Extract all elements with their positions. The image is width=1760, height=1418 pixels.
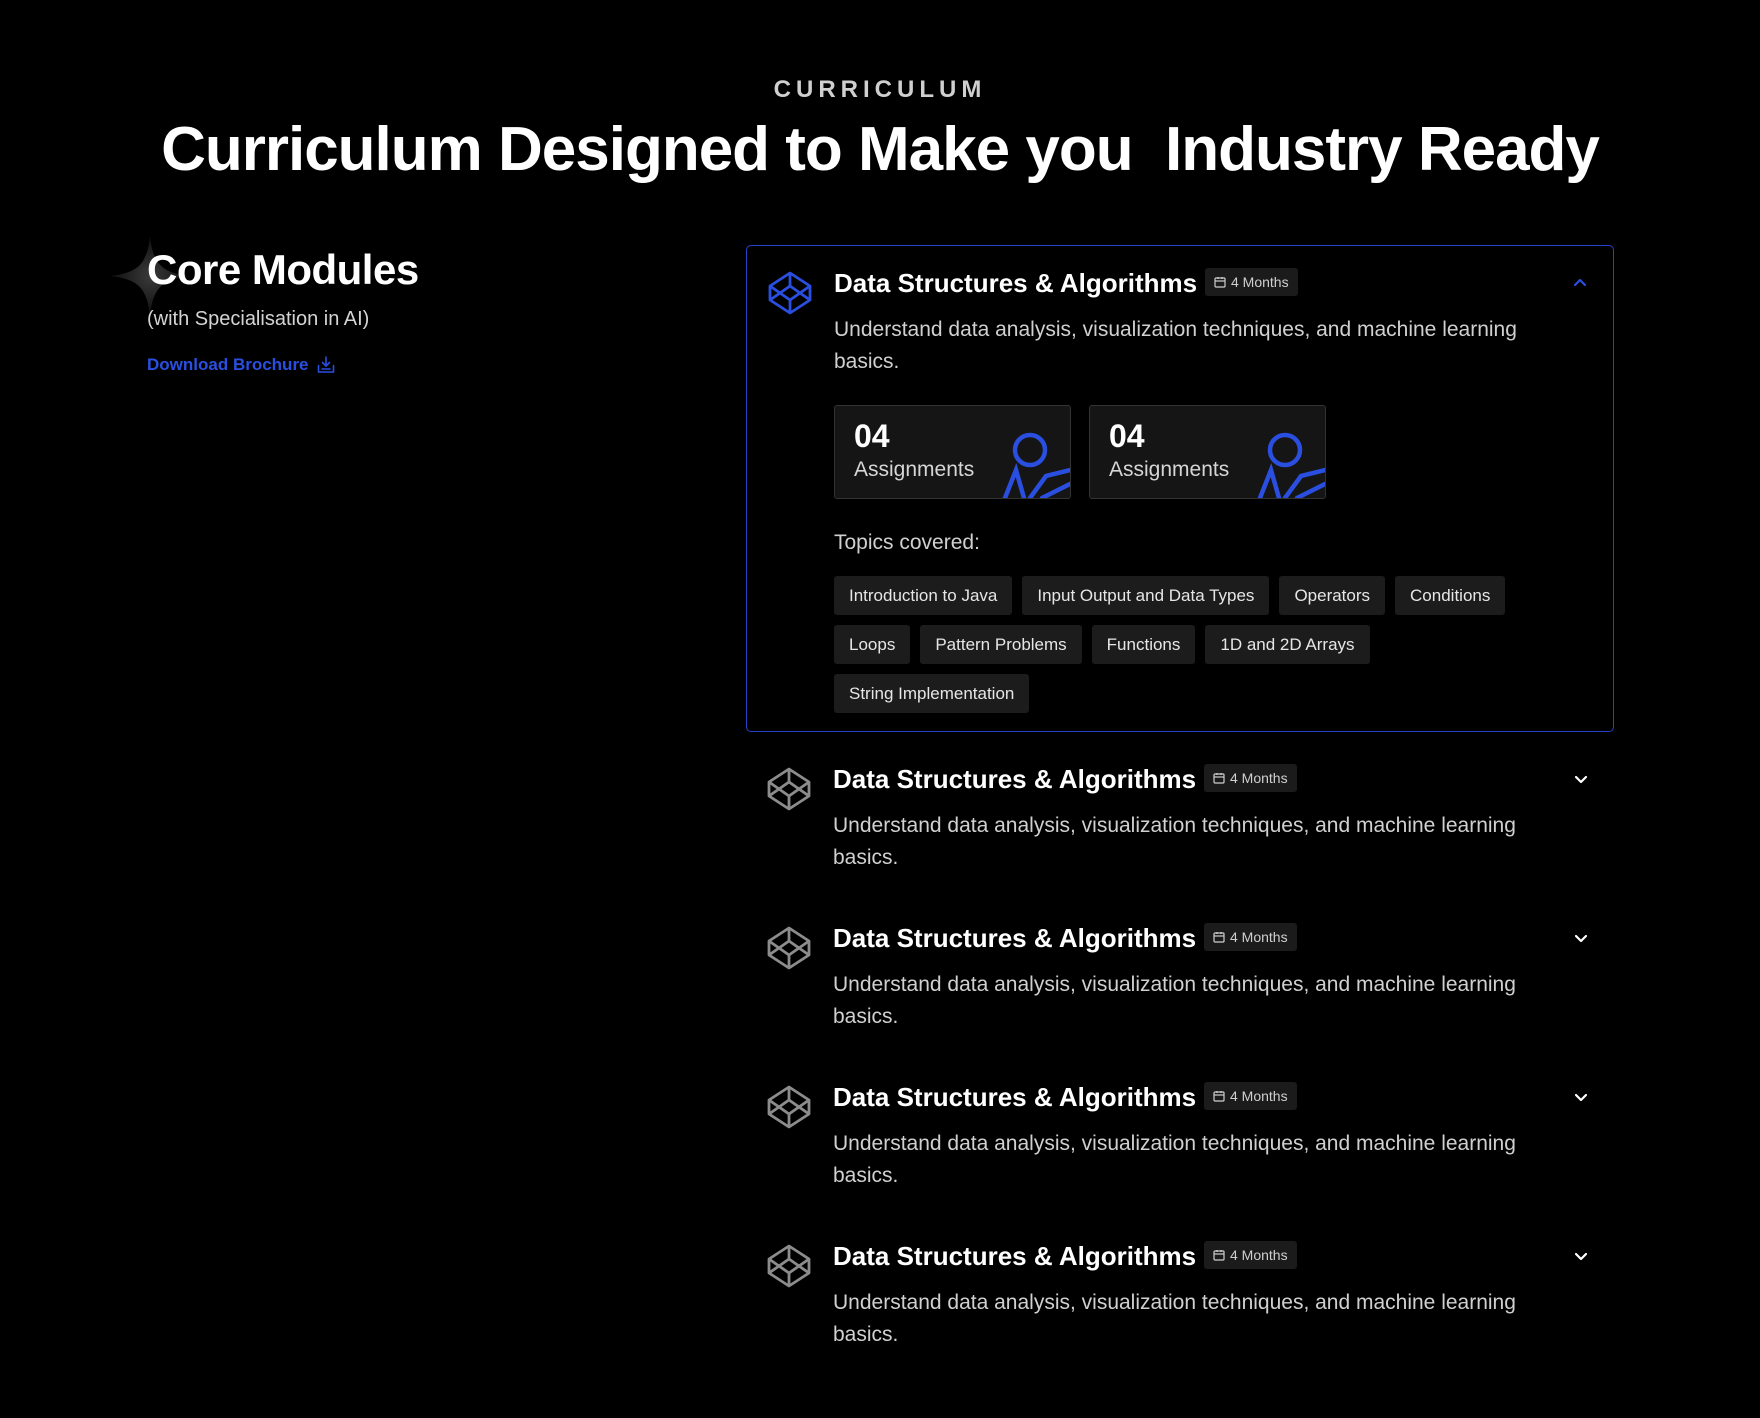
calendar-icon xyxy=(1213,932,1225,943)
module-card-1[interactable]: Data Structures & Algorithms 4 Months Un… xyxy=(746,245,1614,732)
module-description: Understand data analysis, visualization … xyxy=(833,1291,1516,1346)
assignment-illustration-icon xyxy=(1257,432,1325,498)
duration-badge: 4 Months xyxy=(1204,923,1297,951)
topic-chip: String Implementation xyxy=(834,674,1030,713)
codepen-cube-icon xyxy=(767,1244,811,1288)
calendar-icon xyxy=(1213,1250,1225,1261)
duration-label: 4 Months xyxy=(1230,1088,1288,1104)
module-title: Data Structures & Algorithms xyxy=(833,764,1197,794)
calendar-icon xyxy=(1214,277,1226,288)
duration-badge: 4 Months xyxy=(1205,268,1298,296)
module-description: Understand data analysis, visualization … xyxy=(833,1132,1516,1187)
section-title: Curriculum Designed to Make you Industry… xyxy=(161,115,1600,184)
duration-badge: 4 Months xyxy=(1204,1082,1297,1110)
chevron-down-icon[interactable] xyxy=(1572,770,1590,788)
topics-list: Introduction to Java Input Output and Da… xyxy=(834,576,1534,713)
codepen-cube-icon xyxy=(767,926,811,970)
duration-label: 4 Months xyxy=(1230,770,1288,786)
stat-card-assignments: 04 Assignments xyxy=(1089,405,1326,499)
topics-label: Topics covered: xyxy=(834,531,980,554)
chevron-up-icon[interactable] xyxy=(1571,274,1589,292)
calendar-icon xyxy=(1213,773,1225,784)
topic-chip: Input Output and Data Types xyxy=(1022,576,1270,615)
chevron-down-icon[interactable] xyxy=(1572,1088,1590,1106)
stat-label: Assignments xyxy=(1109,458,1230,481)
stat-value: 04 xyxy=(1109,418,1145,454)
module-title: Data Structures & Algorithms xyxy=(833,923,1197,953)
core-modules-title: Core Modules xyxy=(147,246,419,293)
section-eyebrow: CURRICULUM xyxy=(773,76,987,103)
stat-card-assignments: 04 Assignments xyxy=(834,405,1071,499)
topic-chip: Functions xyxy=(1091,625,1196,664)
codepen-cube-icon xyxy=(767,767,811,811)
duration-badge: 4 Months xyxy=(1204,1241,1297,1269)
module-description: Understand data analysis, visualization … xyxy=(834,318,1517,373)
duration-label: 4 Months xyxy=(1230,929,1288,945)
module-card-2[interactable]: Data Structures & Algorithms 4 Months Un… xyxy=(746,742,1614,892)
module-card-5[interactable]: Data Structures & Algorithms 4 Months Un… xyxy=(746,1219,1614,1369)
topic-chip: Introduction to Java xyxy=(834,576,1013,615)
topic-chip: Pattern Problems xyxy=(920,625,1082,664)
topic-chip: 1D and 2D Arrays xyxy=(1205,625,1370,664)
module-card-4[interactable]: Data Structures & Algorithms 4 Months Un… xyxy=(746,1060,1614,1210)
topic-chip: Operators xyxy=(1279,576,1386,615)
download-brochure-label: Download Brochure xyxy=(147,355,309,374)
duration-label: 4 Months xyxy=(1230,1247,1288,1263)
core-modules-subtitle: (with Specialisation in AI) xyxy=(147,308,370,330)
chevron-down-icon[interactable] xyxy=(1572,1247,1590,1265)
download-icon xyxy=(317,356,334,373)
topic-chip: Conditions xyxy=(1395,576,1506,615)
calendar-icon xyxy=(1213,1091,1225,1102)
codepen-cube-icon xyxy=(767,1085,811,1129)
duration-label: 4 Months xyxy=(1231,274,1289,290)
module-description: Understand data analysis, visualization … xyxy=(833,814,1516,869)
duration-badge: 4 Months xyxy=(1204,764,1297,792)
module-title: Data Structures & Algorithms xyxy=(833,1241,1197,1271)
topic-chip: Loops xyxy=(834,625,911,664)
download-brochure-link[interactable]: Download Brochure xyxy=(147,355,336,375)
module-description: Understand data analysis, visualization … xyxy=(833,973,1516,1028)
codepen-cube-icon xyxy=(768,271,812,315)
chevron-down-icon[interactable] xyxy=(1572,929,1590,947)
curriculum-section: CURRICULUM Curriculum Designed to Make y… xyxy=(0,0,1760,1418)
module-title: Data Structures & Algorithms xyxy=(833,1082,1197,1112)
module-card-3[interactable]: Data Structures & Algorithms 4 Months Un… xyxy=(746,901,1614,1051)
assignment-illustration-icon xyxy=(1002,432,1070,498)
stat-value: 04 xyxy=(854,418,890,454)
module-title: Data Structures & Algorithms xyxy=(834,268,1198,298)
stat-label: Assignments xyxy=(854,458,975,481)
